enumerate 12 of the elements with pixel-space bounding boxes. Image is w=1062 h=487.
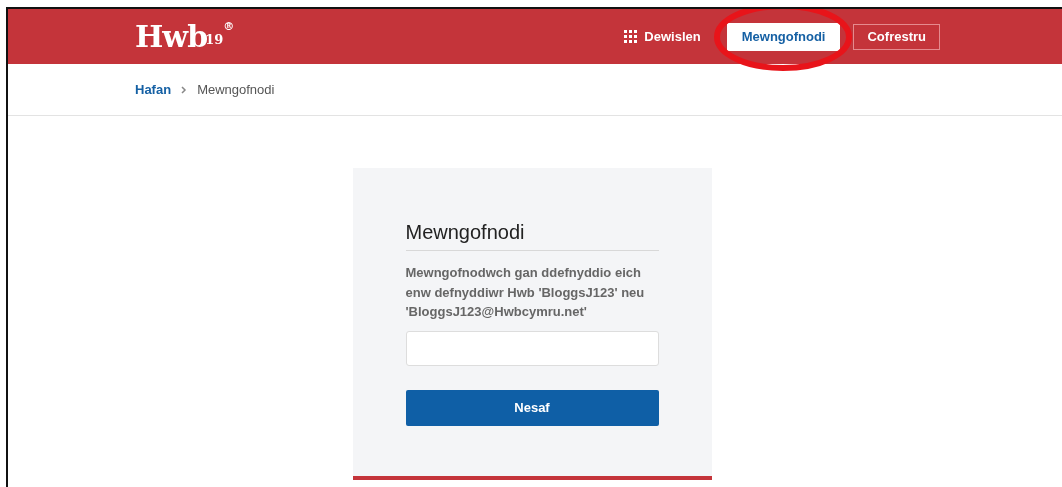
breadcrumb-link[interactable]: Hafan [135, 82, 172, 97]
logo[interactable]: Hwb19 ® [135, 19, 235, 54]
login-title: Mewngofnodi [405, 221, 659, 251]
grid-icon [624, 30, 638, 43]
menu-button[interactable]: Dewislen [611, 23, 714, 50]
next-button[interactable]: Nesaf [405, 389, 659, 426]
login-button[interactable]: Mewngofnodi [727, 23, 840, 50]
username-field[interactable] [405, 330, 659, 366]
login-description: Mewngofnodwch gan ddefnyddio eich enw defnyddiwr Hwb 'BloggsJ123' neu 'BloggsJ123@Hwbcymru.net' [405, 264, 646, 321]
chevron-icon [181, 85, 188, 94]
breadcrumb-current: Mewngofnodi [197, 82, 275, 97]
register-button[interactable]: Cofrestru [853, 23, 940, 50]
